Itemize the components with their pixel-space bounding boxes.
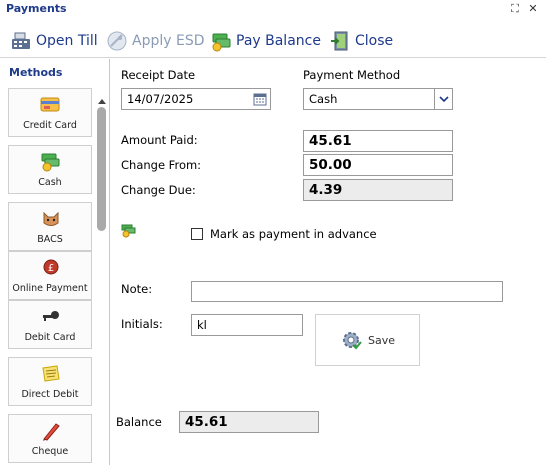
methods-heading: Methods xyxy=(9,66,63,79)
close-button[interactable]: Close xyxy=(329,29,393,53)
initials-label: Initials: xyxy=(121,317,163,331)
method-label: Cash xyxy=(38,177,62,188)
online-payment-icon: £ xyxy=(40,258,62,278)
method-label: BACS xyxy=(37,234,63,245)
pay-balance-button[interactable]: Pay Balance xyxy=(210,29,321,53)
save-button[interactable]: Save xyxy=(315,314,420,366)
payment-method-select[interactable]: Cash xyxy=(303,88,453,110)
method-label: Credit Card xyxy=(23,120,77,131)
apply-esd-label: Apply ESD xyxy=(132,33,205,49)
method-online-payment[interactable]: £ Online Payment xyxy=(8,251,92,300)
cash-icon xyxy=(121,223,137,242)
pay-balance-label: Pay Balance xyxy=(236,33,321,49)
method-cheque[interactable]: Cheque xyxy=(8,414,92,463)
debit-card-icon xyxy=(40,307,62,327)
money-icon xyxy=(210,30,232,52)
credit-card-icon xyxy=(40,95,62,115)
method-credit-card[interactable]: Credit Card xyxy=(8,88,92,137)
method-debit-card[interactable]: Debit Card xyxy=(8,300,92,349)
payment-method-label: Payment Method xyxy=(303,68,401,82)
close-label: Close xyxy=(355,33,394,49)
receipt-date-label: Receipt Date xyxy=(121,68,196,82)
note-label: Note: xyxy=(121,282,153,296)
open-till-button[interactable]: Open Till xyxy=(10,29,98,53)
title-bar: Payments ⛶ ✕ xyxy=(0,0,546,20)
advance-payment-checkbox[interactable] xyxy=(191,228,203,240)
change-due-label: Change Due: xyxy=(121,183,196,197)
restore-icon[interactable]: ⛶ xyxy=(508,2,522,16)
esd-icon xyxy=(106,30,128,52)
receipt-date-value: 14/07/2025 xyxy=(127,92,194,106)
method-bacs[interactable]: BACS xyxy=(8,202,92,251)
method-cash[interactable]: Cash xyxy=(8,145,92,194)
receipt-date-field[interactable]: 14/07/2025 xyxy=(121,88,271,110)
chevron-down-icon[interactable] xyxy=(434,89,452,109)
scrollbar-thumb[interactable] xyxy=(97,107,106,231)
change-due-field: 4.39 xyxy=(303,179,453,201)
advance-payment-label: Mark as payment in advance xyxy=(210,227,377,241)
scroll-up-icon[interactable] xyxy=(97,90,107,104)
close-icon[interactable]: ✕ xyxy=(526,2,540,16)
method-label: Online Payment xyxy=(12,283,88,294)
open-till-label: Open Till xyxy=(36,33,98,49)
amount-paid-label: Amount Paid: xyxy=(121,133,198,147)
amount-paid-field[interactable]: 45.61 xyxy=(303,130,453,152)
cash-register-icon xyxy=(10,30,32,52)
method-label: Debit Card xyxy=(24,332,76,343)
payment-method-value: Cash xyxy=(309,92,338,106)
apply-esd-button[interactable]: Apply ESD xyxy=(106,29,205,53)
exit-door-icon xyxy=(329,30,351,52)
change-from-label: Change From: xyxy=(121,158,202,172)
change-from-field[interactable]: 50.00 xyxy=(303,154,453,176)
direct-debit-icon xyxy=(40,364,62,384)
cheque-icon xyxy=(40,421,62,441)
note-input[interactable] xyxy=(191,281,503,302)
bacs-icon xyxy=(40,209,62,229)
cash-icon xyxy=(40,152,62,172)
methods-sidebar: Methods Credit Card Cash BACS £ Online P… xyxy=(0,59,110,465)
method-direct-debit[interactable]: Direct Debit xyxy=(8,357,92,406)
calendar-icon[interactable] xyxy=(253,92,267,109)
window-title: Payments xyxy=(6,2,67,15)
toolbar: Open Till Apply ESD Pay Balance Close xyxy=(0,22,546,58)
svg-text:£: £ xyxy=(48,263,54,274)
method-label: Cheque xyxy=(31,446,69,457)
gear-icon xyxy=(340,329,362,351)
initials-input[interactable]: kl xyxy=(191,314,303,336)
save-label: Save xyxy=(367,333,395,347)
balance-label: Balance xyxy=(116,415,162,429)
balance-field: 45.61 xyxy=(179,411,319,433)
method-label: Direct Debit xyxy=(21,389,79,400)
